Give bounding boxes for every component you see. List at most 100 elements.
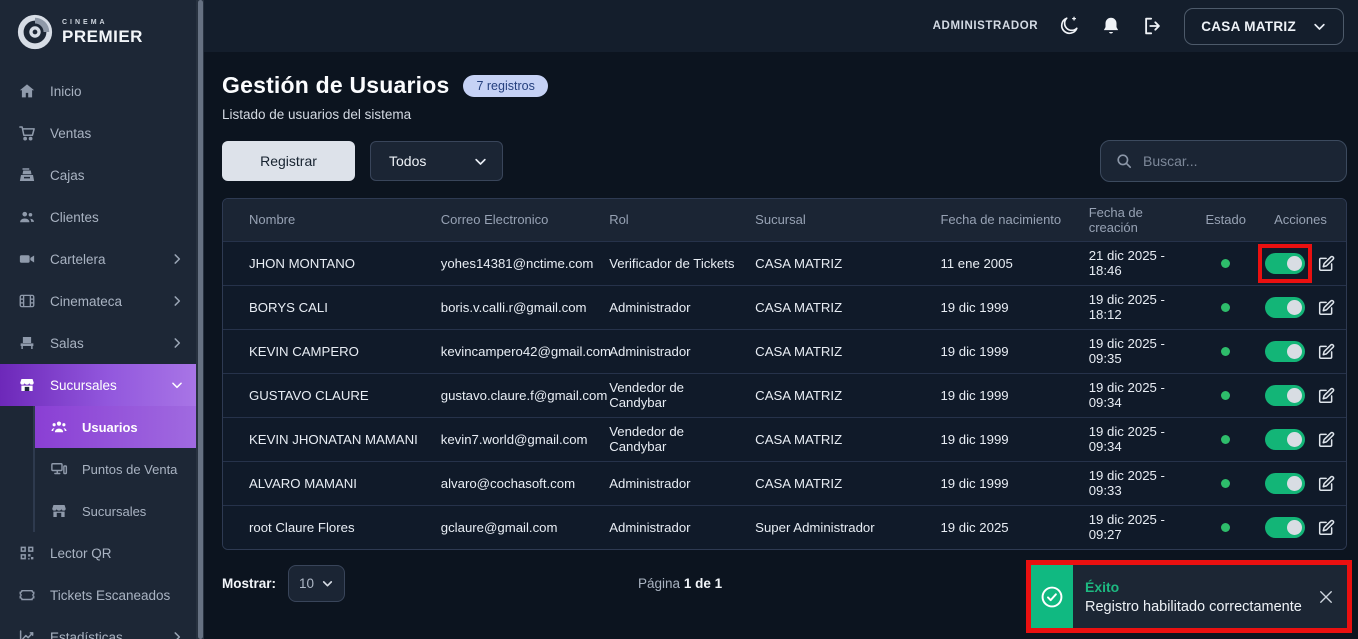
logout-icon[interactable] [1142,15,1164,37]
edit-icon[interactable] [1317,342,1336,361]
sidebar: CINEMA PREMIER InicioVentasCajasClientes… [0,0,204,639]
sidebar-item-label: Sucursales [50,378,117,393]
status-toggle[interactable] [1265,517,1305,538]
sidebar-item-puntos-de-venta[interactable]: Puntos de Venta [35,448,196,490]
edit-icon[interactable] [1317,430,1336,449]
cell-branch: CASA MATRIZ [745,417,930,461]
status-toggle[interactable] [1265,253,1305,274]
cell-branch: CASA MATRIZ [745,329,930,373]
edit-icon[interactable] [1317,254,1336,273]
edit-icon[interactable] [1317,298,1336,317]
cell-branch: CASA MATRIZ [745,285,930,329]
search-input[interactable] [1143,153,1332,169]
toggle-container [1265,341,1305,362]
sidebar-item-lector-qr[interactable]: Lector QR [0,532,196,574]
toggle-knob [1287,300,1302,315]
sidebar-item-ventas[interactable]: Ventas [0,112,196,154]
toggle-container [1265,297,1305,318]
film-icon [18,292,36,310]
cart-icon [18,124,36,142]
sidebar-item-salas[interactable]: Salas [0,322,196,364]
table-row: KEVIN JHONATAN MAMANIkevin7.world@gmail.… [223,417,1346,461]
cell-name: root Claure Flores [223,505,431,549]
sidebar-item-label: Sucursales [82,504,146,519]
table-row: JHON MONTANOyohes14381@nctime.comVerific… [223,241,1346,285]
cell-status [1195,373,1255,417]
page-info: Página 1 de 1 [638,576,722,591]
cell-birthdate: 11 ene 2005 [930,241,1078,285]
sidebar-item-inicio[interactable]: Inicio [0,70,196,112]
home-icon [18,82,36,100]
filter-dropdown-value: Todos [389,153,426,169]
cell-email: kevin7.world@gmail.com [431,417,599,461]
sidebar-item-usuarios[interactable]: Usuarios [35,406,196,448]
sidebar-item-label: Usuarios [82,420,138,435]
chevron-right-icon [170,294,184,308]
status-toggle[interactable] [1265,341,1305,362]
cell-status [1195,329,1255,373]
toggle-container [1265,429,1305,450]
page-size-dropdown[interactable]: 10 [288,565,345,602]
cell-status [1195,505,1255,549]
cell-actions [1255,241,1346,285]
branch-selector-value: CASA MATRIZ [1201,19,1296,34]
chevron-right-icon [170,630,184,639]
status-toggle[interactable] [1265,473,1305,494]
ticket-icon [18,586,36,604]
cell-role: Administrador [599,461,745,505]
toggle-container [1265,473,1305,494]
chevron-down-icon [170,378,184,392]
toast-close-icon[interactable] [1317,588,1335,606]
dark-mode-moon-icon[interactable] [1058,15,1080,37]
cell-status [1195,417,1255,461]
cell-branch: CASA MATRIZ [745,373,930,417]
status-toggle[interactable] [1265,385,1305,406]
sidebar-item-estadisticas[interactable]: Estadísticas [0,616,196,639]
cell-created: 19 dic 2025 - 09:35 [1079,329,1196,373]
cell-email: yohes14381@nctime.com [431,241,599,285]
cell-name: GUSTAVO CLAURE [223,373,431,417]
edit-icon[interactable] [1317,386,1336,405]
notifications-bell-icon[interactable] [1100,15,1122,37]
sidebar-item-sucursales[interactable]: Sucursales [35,490,196,532]
register-button[interactable]: Registrar [222,141,355,181]
chevron-right-icon [170,336,184,350]
sidebar-item-cajas[interactable]: Cajas [0,154,196,196]
cell-birthdate: 19 dic 1999 [930,373,1078,417]
sidebar-item-sucursales[interactable]: Sucursales [0,364,196,406]
column-header-correo-electronico: Correo Electronico [431,199,599,241]
table-row: ALVARO MAMANIalvaro@cochasoft.comAdminis… [223,461,1346,505]
status-dot [1221,435,1230,444]
toolbar: Registrar Todos [222,140,1347,182]
filter-dropdown[interactable]: Todos [370,141,503,181]
cell-name: BORYS CALI [223,285,431,329]
table-header-row: NombreCorreo ElectronicoRolSucursalFecha… [223,199,1346,241]
status-dot [1221,391,1230,400]
users-table: NombreCorreo ElectronicoRolSucursalFecha… [223,199,1346,549]
table-row: KEVIN CAMPEROkevincampero42@gmail.comAdm… [223,329,1346,373]
cell-birthdate: 19 dic 1999 [930,417,1078,461]
cell-birthdate: 19 dic 1999 [930,329,1078,373]
branch-selector-button[interactable]: CASA MATRIZ [1184,8,1344,45]
toast-message: Registro habilitado correctamente [1085,599,1305,615]
table-row: BORYS CALIboris.v.calli.r@gmail.comAdmin… [223,285,1346,329]
edit-icon[interactable] [1317,474,1336,493]
status-dot [1221,347,1230,356]
sidebar-item-label: Clientes [50,210,99,225]
chevron-down-icon [473,154,488,169]
cell-role: Vendedor de Candybar [599,417,745,461]
sidebar-item-clientes[interactable]: Clientes [0,196,196,238]
status-dot [1221,523,1230,532]
status-dot [1221,303,1230,312]
cell-branch: CASA MATRIZ [745,241,930,285]
sidebar-item-cartelera[interactable]: Cartelera [0,238,196,280]
sidebar-item-tickets-escaneados[interactable]: Tickets Escaneados [0,574,196,616]
toggle-container [1265,385,1305,406]
status-toggle[interactable] [1265,429,1305,450]
sidebar-scrollbar[interactable] [198,0,203,639]
edit-icon[interactable] [1317,518,1336,537]
cell-name: KEVIN JHONATAN MAMANI [223,417,431,461]
seat-icon [18,334,36,352]
status-toggle[interactable] [1265,297,1305,318]
sidebar-item-cinemateca[interactable]: Cinemateca [0,280,196,322]
